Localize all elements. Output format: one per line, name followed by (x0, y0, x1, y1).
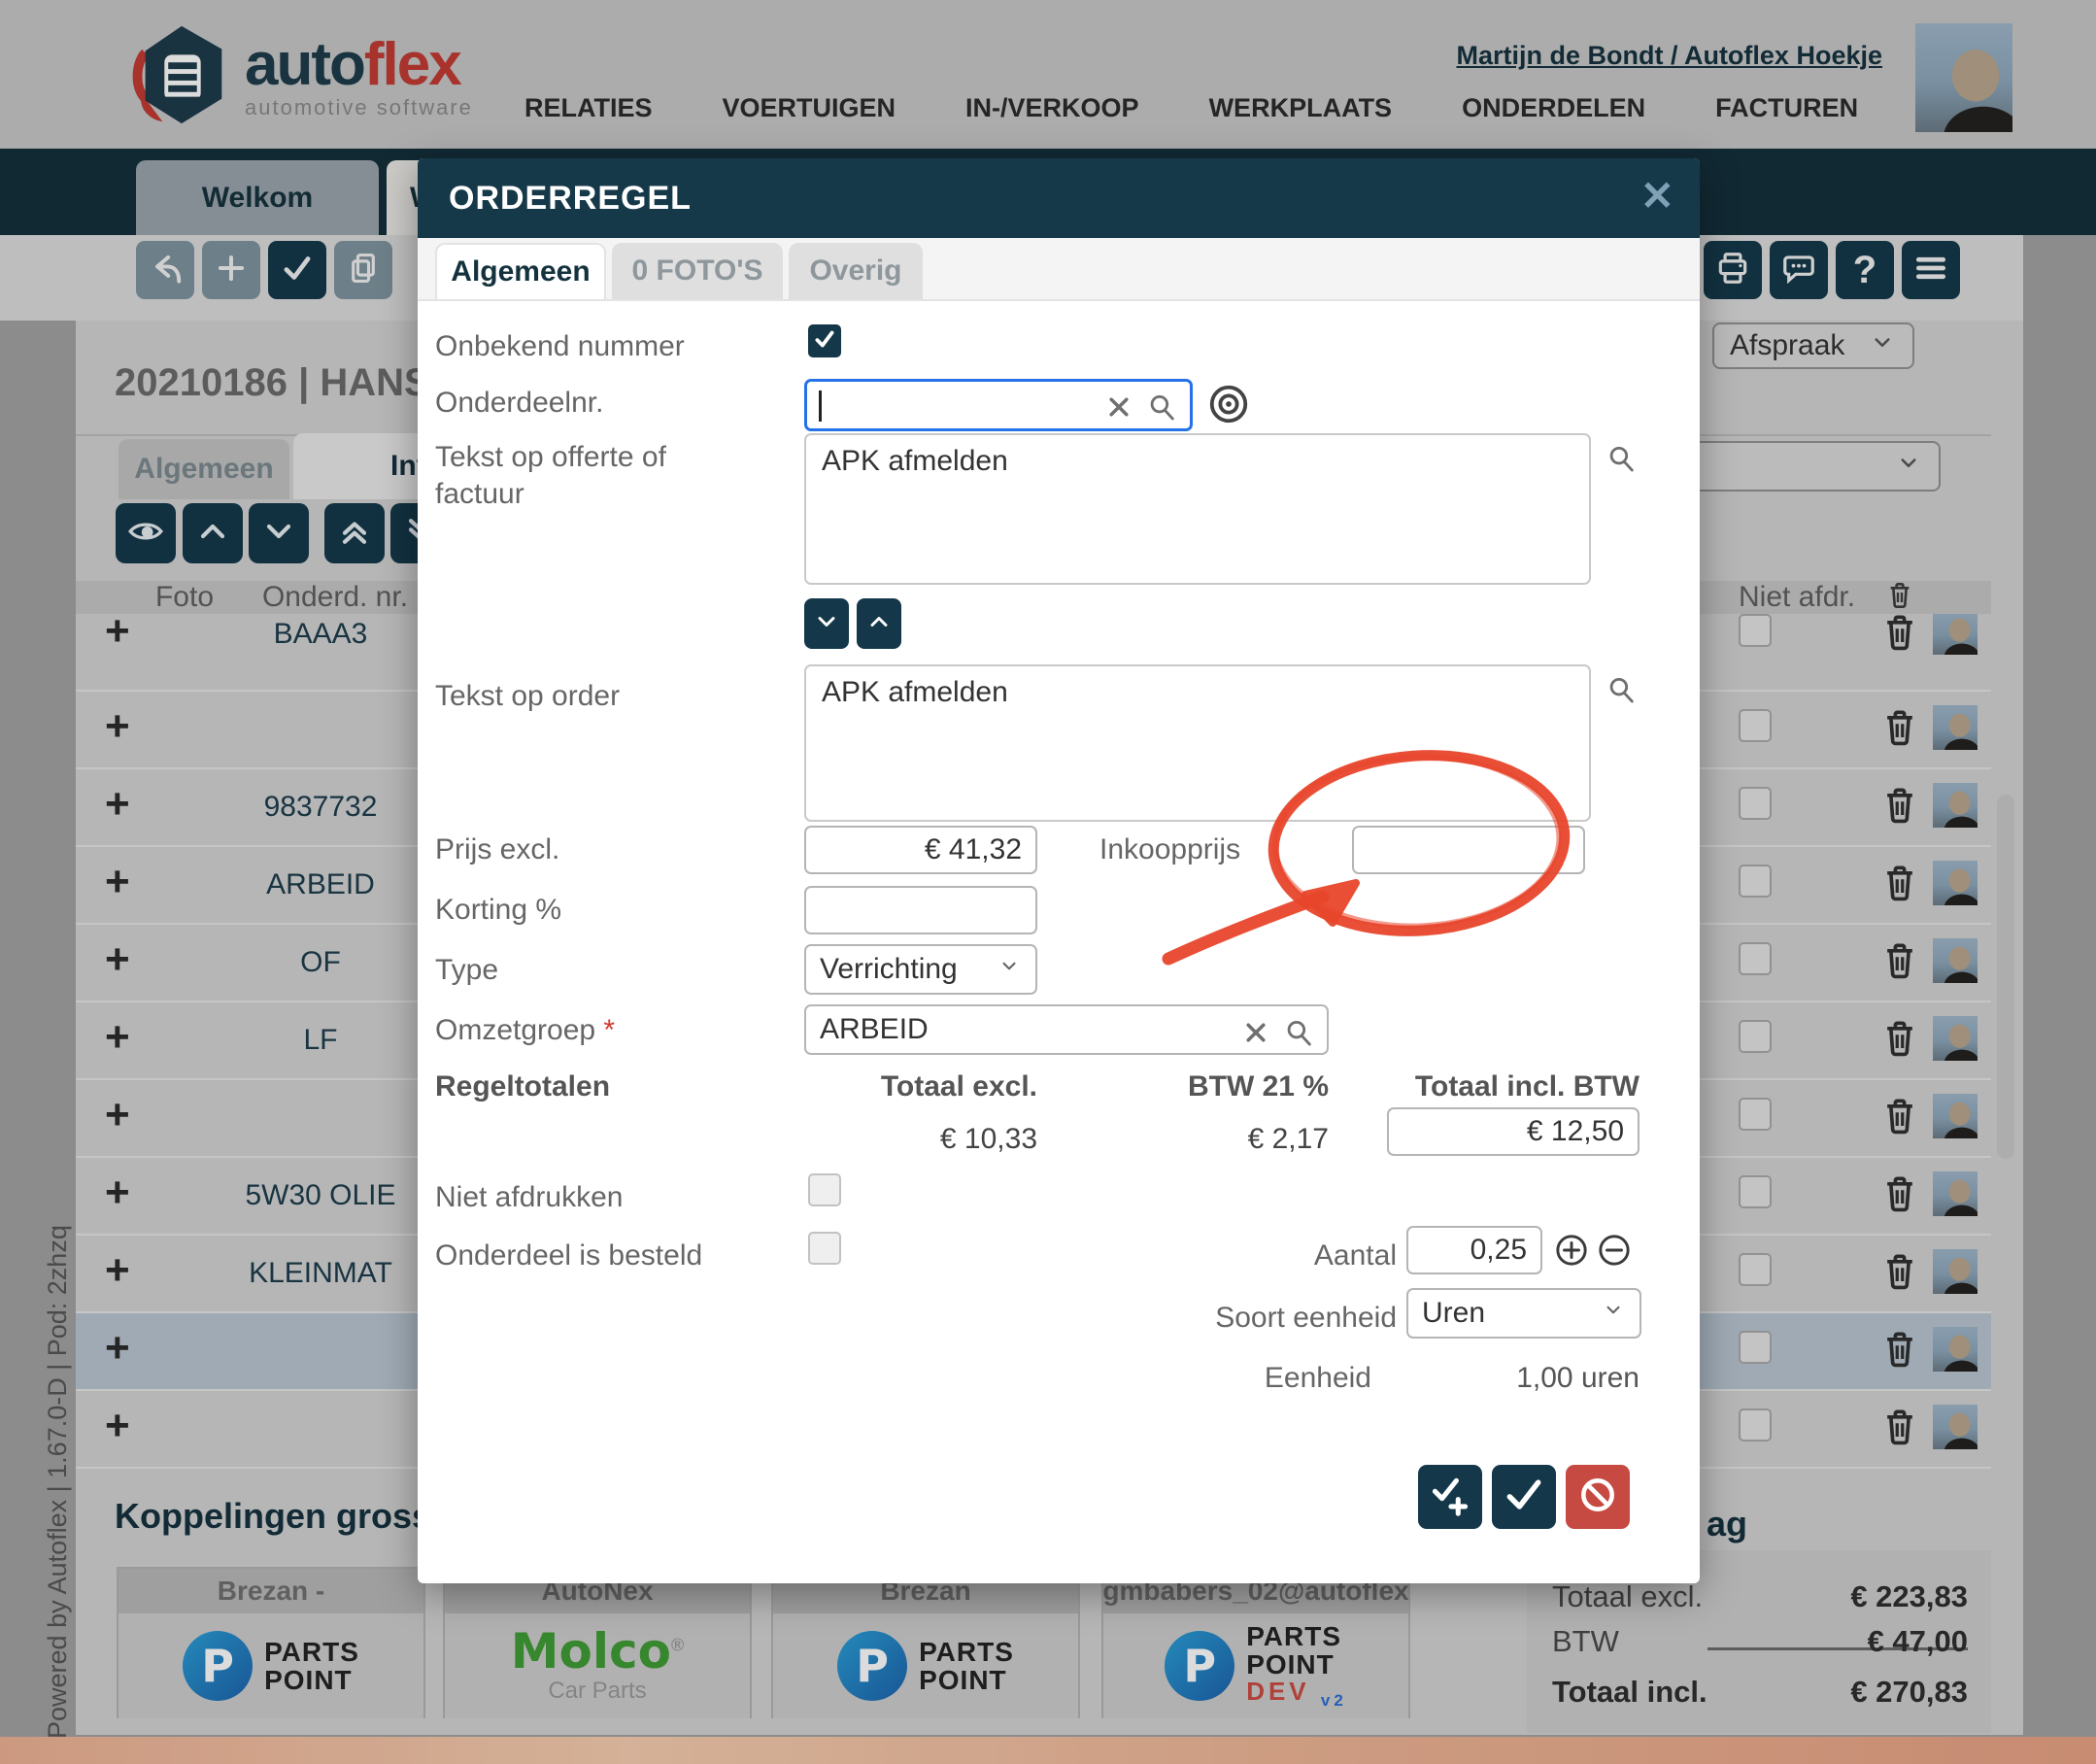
totaal-incl-input[interactable]: € 12,50 (1387, 1107, 1640, 1156)
label-tekst-offerte: Tekst op offerte of factuur (435, 439, 746, 512)
soort-eenheid-value: Uren (1422, 1297, 1485, 1330)
label-korting: Korting % (435, 894, 561, 927)
aantal-input[interactable]: 0,25 (1406, 1226, 1542, 1274)
search-icon[interactable] (1605, 673, 1638, 711)
value-btw: € 2,17 (1134, 1123, 1329, 1156)
search-icon[interactable] (1282, 1016, 1315, 1057)
tekst-order-textarea[interactable]: APK afmelden (804, 664, 1591, 822)
onderdeel-besteld-checkbox[interactable] (808, 1232, 841, 1265)
modal-header: ORDERREGEL ✕ (418, 158, 1700, 238)
label-regeltotalen: Regeltotalen (435, 1070, 610, 1103)
increase-aantal-button[interactable] (1552, 1231, 1591, 1270)
plus-circle-icon (1552, 1257, 1591, 1273)
text-caret (819, 390, 822, 422)
omzetgroep-value: ARBEID (820, 1013, 929, 1046)
required-asterisk: * (603, 1014, 615, 1046)
omzetgroep-input[interactable]: ARBEID (804, 1004, 1329, 1055)
label-soort-eenheid: Soort eenheid (1039, 1302, 1397, 1335)
search-icon[interactable] (1605, 442, 1638, 480)
modal-tab-algemeen[interactable]: Algemeen (435, 243, 606, 299)
check-icon (812, 326, 837, 356)
copy-text-up-button[interactable] (857, 598, 901, 649)
eye-target-icon (1206, 414, 1251, 430)
chevron-down-icon (813, 608, 840, 640)
save-and-new-button[interactable] (1418, 1465, 1482, 1529)
orderregel-modal: ORDERREGEL ✕ Algemeen 0 FOTO'S Overig On… (418, 158, 1700, 1583)
tekst-offerte-textarea[interactable]: APK afmelden (804, 433, 1591, 585)
label-tekst-order: Tekst op order (435, 680, 620, 713)
chevron-down-icon (997, 953, 1022, 986)
value-eenheid: 1,00 uren (1406, 1362, 1640, 1395)
label-inkoopprijs: Inkoopprijs (1099, 833, 1240, 866)
screenshot-stage: autoflex automotive software RELATIESVOE… (0, 0, 2096, 1764)
inkoopprijs-input[interactable] (1352, 826, 1585, 874)
check-icon (1503, 1474, 1545, 1521)
modal-tab-fotos[interactable]: 0 FOTO'S (612, 243, 783, 299)
modal-tabs: Algemeen 0 FOTO'S Overig (418, 238, 1700, 301)
chevron-down-icon (1601, 1297, 1626, 1330)
save-button[interactable] (1492, 1465, 1556, 1529)
niet-afdrukken-checkbox[interactable] (808, 1173, 841, 1206)
label-onderdeel-besteld: Onderdeel is besteld (435, 1239, 702, 1272)
minus-circle-icon (1595, 1257, 1634, 1273)
onbekend-nummer-checkbox[interactable] (808, 324, 841, 357)
label-omzetgroep: Omzetgroep * (435, 1014, 615, 1047)
lookup-eye-button[interactable] (1206, 382, 1251, 426)
label-prijs-excl: Prijs excl. (435, 833, 559, 866)
label-type: Type (435, 954, 498, 987)
cancel-button[interactable] (1566, 1465, 1630, 1529)
clear-x-icon[interactable] (1239, 1016, 1272, 1057)
clear-x-icon[interactable] (1102, 390, 1135, 431)
korting-input[interactable] (804, 886, 1037, 934)
close-icon[interactable]: ✕ (1640, 176, 1674, 217)
copy-text-down-button[interactable] (804, 598, 849, 649)
label-aantal: Aantal (1039, 1239, 1397, 1272)
label-onbekend-nummer: Onbekend nummer (435, 330, 685, 363)
chevron-up-icon (865, 608, 893, 640)
check-plus-icon (1429, 1474, 1471, 1521)
label-onderdeelnr: Onderdeelnr. (435, 387, 603, 420)
header-totaal-incl: Totaal incl. BTW (1348, 1070, 1640, 1103)
header-totaal-excl: Totaal excl. (843, 1070, 1037, 1103)
header-btw: BTW 21 % (1134, 1070, 1329, 1103)
type-select[interactable]: Verrichting (804, 944, 1037, 995)
modal-title: ORDERREGEL (449, 180, 692, 218)
search-icon[interactable] (1145, 390, 1178, 431)
label-eenheid: Eenheid (1039, 1362, 1371, 1395)
decrease-aantal-button[interactable] (1595, 1231, 1634, 1270)
label-niet-afdrukken: Niet afdrukken (435, 1181, 623, 1214)
onderdeelnr-input[interactable] (804, 379, 1193, 431)
modal-tab-overig[interactable]: Overig (789, 243, 923, 299)
block-icon (1576, 1474, 1619, 1521)
type-select-value: Verrichting (820, 953, 958, 986)
soort-eenheid-select[interactable]: Uren (1406, 1288, 1641, 1339)
prijs-excl-input[interactable]: € 41,32 (804, 826, 1037, 874)
value-totaal-excl: € 10,33 (843, 1123, 1037, 1156)
